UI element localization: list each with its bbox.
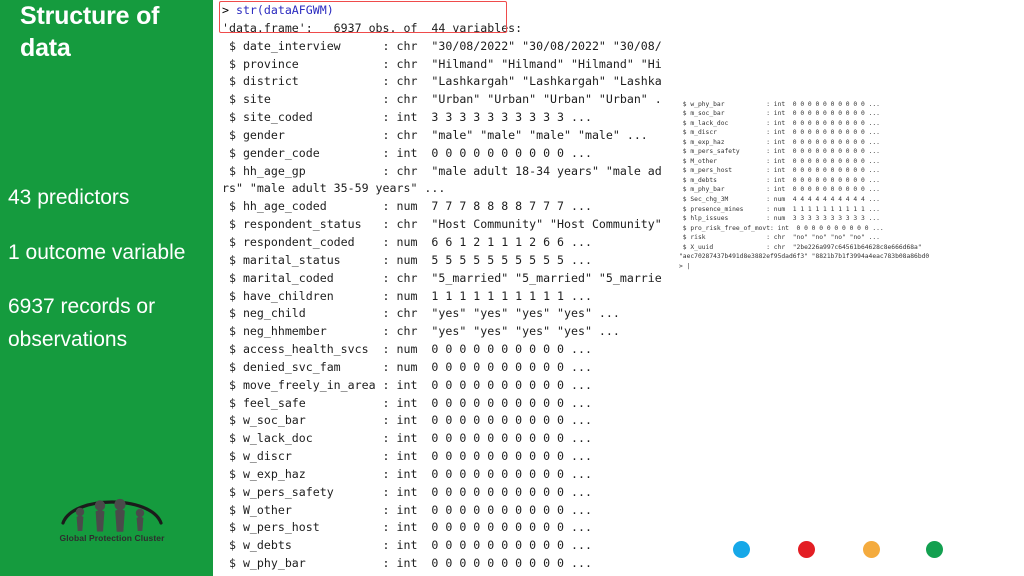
list-item: 1 outcome variable (8, 240, 186, 264)
console-summary-line: 'data.frame': 6937 obs. of 44 variables: (222, 20, 523, 35)
console-line: $ risk : chr "no" "no" "no" "no" ... (679, 234, 880, 242)
console-line: $ m_phy_bar : int 0 0 0 0 0 0 0 0 0 0 ..… (679, 186, 880, 194)
list-item: 6937 records or observations (8, 295, 156, 351)
console-line: $ w_exp_haz : int 0 0 0 0 0 0 0 0 0 0 ..… (222, 466, 592, 481)
console-line: $ M_other : int 0 0 0 0 0 0 0 0 0 0 ... (679, 157, 880, 165)
console-line: $ move_freely_in_area : int 0 0 0 0 0 0 … (222, 377, 592, 392)
console-line: $ presence_mines : num 1 1 1 1 1 1 1 1 1… (679, 205, 880, 213)
console-line: $ respondent_coded : num 6 6 1 2 1 1 1 2… (222, 234, 592, 249)
console-line: $ hlp_issues : num 3 3 3 3 3 3 3 3 3 3 .… (679, 215, 880, 223)
console-line: $ m_exp_haz : int 0 0 0 0 0 0 0 0 0 0 ..… (679, 138, 880, 146)
console-line: $ denied_svc_fam : num 0 0 0 0 0 0 0 0 0… (222, 359, 592, 374)
console-variable-lines-side: $ w_phy_bar : int 0 0 0 0 0 0 0 0 0 0 ..… (679, 101, 929, 270)
console-line: $ province : chr "Hilmand" "Hilmand" "Hi… (222, 56, 662, 71)
console-line: $ neg_child : chr "yes" "yes" "yes" "yes… (222, 306, 620, 321)
dot-green (926, 541, 943, 558)
console-line: $ hh_age_gp : chr "male adult 18-34 year… (222, 163, 662, 178)
console-line: $ w_pers_safety : int 0 0 0 0 0 0 0 0 0 … (222, 484, 592, 499)
logo-figures-icon (61, 498, 163, 532)
page-title: Structure of data (20, 2, 160, 62)
console-line: $ m_soc_bar : int 0 0 0 0 0 0 0 0 0 0 ..… (679, 110, 880, 118)
console-line: $ w_phy_bar : int 0 0 0 0 0 0 0 0 0 0 ..… (222, 556, 592, 571)
dot-blue (733, 541, 750, 558)
console-line: $ marital_status : num 5 5 5 5 5 5 5 5 5… (222, 252, 592, 267)
r-console-output-main: > str(dataAFGWM) 'data.frame': 6937 obs.… (222, 2, 662, 576)
console-line: > | (679, 262, 691, 270)
console-line: $ w_debts : int 0 0 0 0 0 0 0 0 0 0 ... (222, 538, 592, 553)
console-line: $ access_health_svcs : num 0 0 0 0 0 0 0… (222, 342, 592, 357)
console-variable-lines: $ date_interview : chr "30/08/2022" "30/… (222, 39, 662, 570)
decorative-dot-row (733, 541, 948, 559)
dot-red (798, 541, 815, 558)
console-command-line: > str(dataAFGWM) (222, 3, 334, 17)
console-line: $ m_pers_safety : int 0 0 0 0 0 0 0 0 0 … (679, 148, 880, 156)
console-line: $ date_interview : chr "30/08/2022" "30/… (222, 38, 662, 53)
console-prompt: > (222, 3, 236, 17)
console-line: $ marital_coded : chr "5_married" "5_mar… (222, 270, 662, 285)
console-line: $ feel_safe : int 0 0 0 0 0 0 0 0 0 0 ..… (222, 395, 592, 410)
console-line: $ m_pers_host : int 0 0 0 0 0 0 0 0 0 0 … (679, 167, 880, 175)
r-console-output-side: $ w_phy_bar : int 0 0 0 0 0 0 0 0 0 0 ..… (679, 90, 1024, 271)
console-line: $ have_children : num 1 1 1 1 1 1 1 1 1 … (222, 288, 592, 303)
console-line: $ w_discr : int 0 0 0 0 0 0 0 0 0 0 ... (222, 449, 592, 464)
console-line: $ pro_risk_free_of_movt: int 0 0 0 0 0 0… (679, 224, 884, 232)
console-line: "aec70287437b491d8e3882ef95dad6f3" "8821… (679, 253, 930, 261)
console-line: $ respondent_status : chr "Host Communit… (222, 217, 662, 232)
console-line: $ X_uuid : chr "2be226a997c64561b64628c8… (679, 243, 922, 251)
console-line: $ site_coded : int 3 3 3 3 3 3 3 3 3 3 .… (222, 110, 592, 125)
slide-bullet-list: 43 predictors 1 outcome variable 6937 re… (8, 182, 213, 356)
console-line: $ site : chr "Urban" "Urban" "Urban" "Ur… (222, 92, 662, 107)
console-line: $ w_phy_bar : int 0 0 0 0 0 0 0 0 0 0 ..… (679, 100, 880, 108)
console-line: $ Sec_chg_3M : num 4 4 4 4 4 4 4 4 4 4 .… (679, 196, 880, 204)
console-line: $ w_soc_bar : int 0 0 0 0 0 0 0 0 0 0 ..… (222, 413, 592, 428)
console-line: $ m_debts : int 0 0 0 0 0 0 0 0 0 0 ... (679, 176, 880, 184)
console-line: $ gender : chr "male" "male" "male" "mal… (222, 127, 648, 142)
global-protection-cluster-logo: Global Protection Cluster (57, 489, 167, 551)
console-line: $ hh_age_coded : num 7 7 7 8 8 8 8 7 7 7… (222, 199, 592, 214)
slide-sidebar-panel: Structure of data 43 predictors 1 outcom… (0, 0, 213, 576)
console-line: rs" "male adult 35-59 years" ... (222, 181, 446, 196)
console-line: $ gender_code : int 0 0 0 0 0 0 0 0 0 0 … (222, 145, 592, 160)
console-line: $ district : chr "Lashkargah" "Lashkarga… (222, 74, 662, 89)
logo-caption: Global Protection Cluster (59, 533, 165, 543)
console-line: $ m_discr : int 0 0 0 0 0 0 0 0 0 0 ... (679, 129, 880, 137)
console-command-text: str(dataAFGWM) (235, 3, 334, 17)
list-item: 43 predictors (8, 186, 130, 209)
console-line: $ W_other : int 0 0 0 0 0 0 0 0 0 0 ... (222, 502, 592, 517)
console-line: $ m_lack_doc : int 0 0 0 0 0 0 0 0 0 0 .… (679, 119, 880, 127)
console-line: $ w_pers_host : int 0 0 0 0 0 0 0 0 0 0 … (222, 520, 592, 535)
console-line: $ w_lack_doc : int 0 0 0 0 0 0 0 0 0 0 .… (222, 431, 592, 446)
dot-orange (863, 541, 880, 558)
console-line: $ neg_hhmember : chr "yes" "yes" "yes" "… (222, 324, 620, 339)
